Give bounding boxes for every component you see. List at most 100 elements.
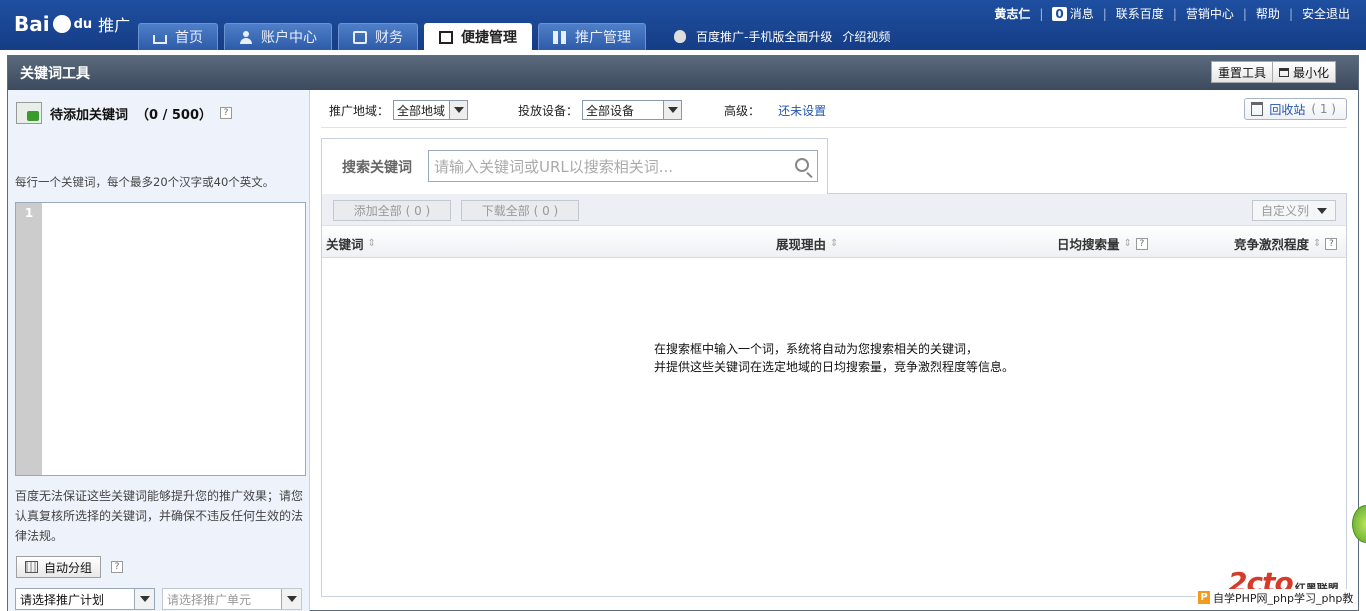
sort-icon: ⇕ [830,238,839,249]
minimize-icon [1278,67,1289,77]
column-keyword[interactable]: 关键词 ⇕ [326,234,376,253]
top-links: 黄志仁 | 0 消息 | 联系百度 | 营销中心 | 帮助 | 安全退出 [994,5,1350,22]
promo-link[interactable]: 百度推广-手机版全面升级 [696,28,832,45]
logo-text: Bai [14,12,50,36]
search-icon[interactable] [795,158,809,172]
tool-header-buttons: 重置工具 最小化 [1210,61,1336,83]
tab-label: 财务 [375,30,403,46]
input-hint: 每行一个关键词，每个最多20个汉字或40个英文。 [15,175,275,189]
card-icon [353,30,367,44]
auto-group-button[interactable]: 自动分组 [16,556,102,578]
minimize-label: 最小化 [1292,65,1329,80]
advanced-settings-link[interactable]: 还未设置 [778,102,826,119]
logout-link[interactable]: 安全退出 [1302,5,1350,22]
tab-promotion-management[interactable]: 推广管理 [538,23,646,50]
add-keyword-icon [16,102,42,124]
keyword-search-input[interactable]: 请输入关键词或URL以搜索相关词... [428,150,818,182]
top-nav-bar: Bai du 推广 首页 账户中心 财务 便捷管理 推广管理 百度推广-手机版全面升… [0,0,1366,50]
apple-icon [674,30,686,43]
filter-bar: 推广地域： 全部地域 投放设备： 全部设备 高级： 还未设置 [329,100,826,120]
watermark-bar: P 自学PHP网_php学习_php教 [1196,589,1358,606]
table-action-bar: 添加全部 ( 0 ) 下载全部 ( 0 ) 自定义列 [322,194,1346,226]
tab-label: 首页 [175,30,203,46]
sort-icon: ⇕ [1123,238,1132,249]
empty-line-2: 并提供这些关键词在选定地域的日均搜索量，竞争激烈程度等信息。 [654,360,1015,374]
column-reason[interactable]: 展现理由 ⇕ [776,234,838,253]
username[interactable]: 黄志仁 [994,5,1030,22]
search-tab: 搜索关键词 请输入关键词或URL以搜索相关词... [321,138,828,194]
help-icon[interactable]: ? [220,107,232,119]
mobile-promo: 百度推广-手机版全面升级 介绍视频 [674,28,890,45]
tool-header: 关键词工具 [8,56,1358,90]
minimize-button[interactable]: 最小化 [1272,61,1336,83]
marketing-center-link[interactable]: 营销中心 [1186,5,1234,22]
empty-state-message: 在搜索框中输入一个词，系统将自动为您搜索相关的关键词， 并提供这些关键词在选定地… [654,340,1014,376]
column-label: 竞争激烈程度 [1234,237,1310,252]
calendar-icon [25,561,38,573]
region-select[interactable]: 全部地域 [393,100,469,120]
tab-quick-management[interactable]: 便捷管理 [424,23,532,50]
advanced-label: 高级： [724,103,761,118]
line-number: 1 [16,203,42,475]
window-icon [439,30,453,44]
keyword-count: （0 / 500） [136,107,212,123]
recycle-bin-button[interactable]: 回收站 ( 1 ) [1244,98,1347,120]
chevron-down-icon [663,101,682,119]
contact-baidu-link[interactable]: 联系百度 [1116,5,1164,22]
tab-label: 推广管理 [575,30,631,46]
tab-home[interactable]: 首页 [138,23,218,50]
logo-suffix: 推广 [98,16,131,35]
column-daily-search[interactable]: 日均搜索量 ⇕? [1057,234,1148,253]
plan-select-value: 请选择推广计划 [20,592,105,607]
intro-video-link[interactable]: 介绍视频 [842,28,890,45]
tab-finance[interactable]: 财务 [338,23,418,50]
help-icon[interactable]: ? [1135,237,1148,250]
trash-icon [1251,102,1264,116]
device-value: 全部设备 [586,103,635,118]
tab-account-center[interactable]: 账户中心 [224,23,332,50]
main-nav-tabs: 首页 账户中心 财务 便捷管理 推广管理 [138,23,646,50]
user-icon [239,30,253,44]
column-label: 关键词 [326,237,364,252]
divider [321,127,1347,128]
column-label: 日均搜索量 [1057,237,1120,252]
custom-columns-button[interactable]: 自定义列 [1252,200,1336,221]
baidu-logo[interactable]: Bai du 推广 [14,12,130,36]
recycle-label: 回收站 [1269,102,1306,117]
tab-label: 账户中心 [261,30,317,46]
auto-group-label: 自动分组 [44,560,93,575]
plan-select[interactable]: 请选择推广计划 [15,588,155,610]
keyword-textarea[interactable] [42,203,305,475]
grid-icon [553,30,567,44]
unit-select-value: 请选择推广单元 [167,592,252,607]
help-icon[interactable]: ? [1325,237,1338,250]
unit-select[interactable]: 请选择推广单元 [162,588,302,610]
help-link[interactable]: 帮助 [1256,5,1280,22]
region-value: 全部地域 [397,103,446,118]
column-competition[interactable]: 竞争激烈程度 ⇕? [1234,234,1338,253]
panel-title: 待添加关键词 [50,107,129,123]
recycle-count: ( 1 ) [1311,102,1336,116]
pending-keywords-title: 待添加关键词 （0 / 500） ? [16,102,232,124]
add-all-button[interactable]: 添加全部 ( 0 ) [333,200,451,221]
reset-label: 重置工具 [1217,65,1266,80]
device-label: 投放设备： [518,103,579,118]
reset-tool-button[interactable]: 重置工具 [1210,61,1273,83]
sort-icon: ⇕ [1313,238,1322,249]
region-label: 推广地域： [329,103,390,118]
tool-title: 关键词工具 [20,66,90,82]
search-label: 搜索关键词 [342,160,412,176]
keyword-editor: 1 [15,202,306,476]
messages-link[interactable]: 消息 [1070,5,1094,22]
download-all-button[interactable]: 下载全部 ( 0 ) [461,200,579,221]
message-count-badge: 0 [1052,6,1067,21]
custom-columns-label: 自定义列 [1261,204,1310,218]
device-select[interactable]: 全部设备 [582,100,683,120]
home-icon [153,34,167,44]
sort-icon: ⇕ [367,238,376,249]
help-icon[interactable]: ? [111,561,123,573]
chevron-down-icon [449,101,468,119]
keyword-tool-window: 关键词工具 重置工具 最小化 待添加关键词 （0 / 500） ? 每行一个关键… [7,55,1359,611]
watermark-text: 自学PHP网_php学习_php教 [1213,591,1354,605]
empty-line-1: 在搜索框中输入一个词，系统将自动为您搜索相关的关键词， [654,342,979,356]
